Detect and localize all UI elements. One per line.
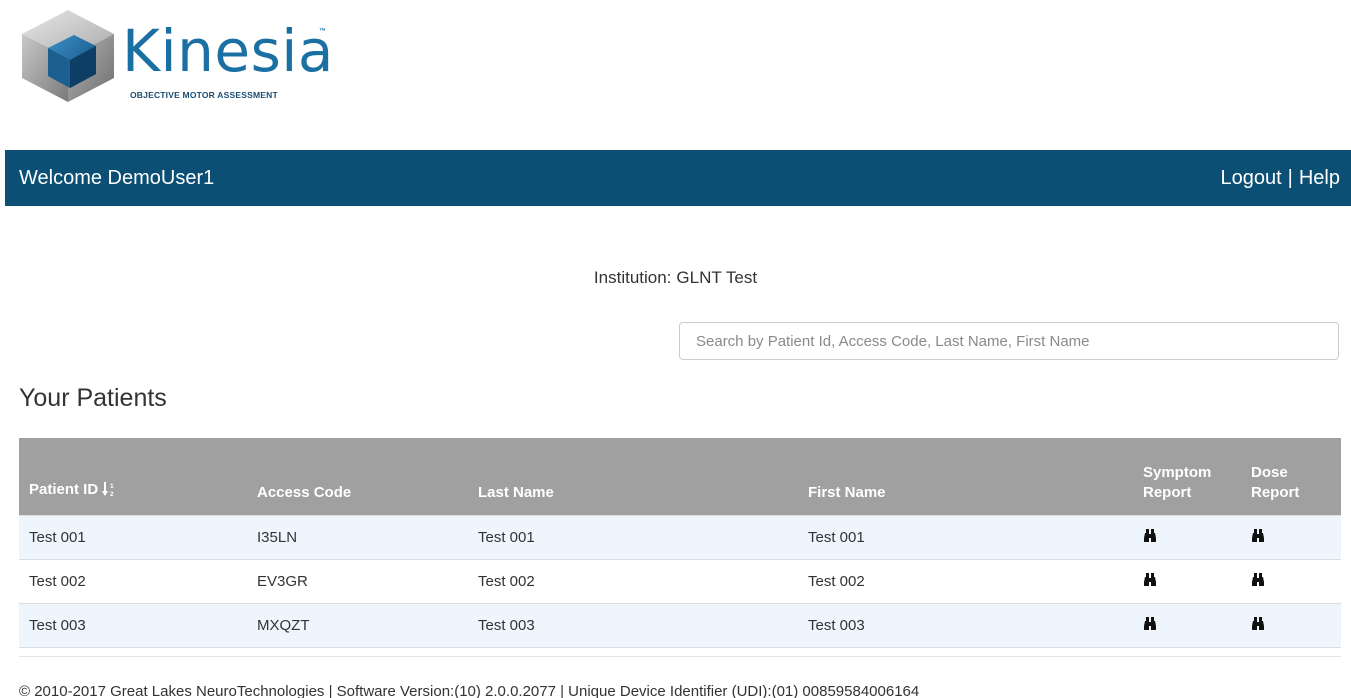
- help-link[interactable]: Help: [1299, 167, 1340, 189]
- svg-text:1: 1: [110, 483, 114, 490]
- table-row[interactable]: Test 003 MXQZT Test 003 Test 003: [19, 603, 1341, 648]
- page: Kinesia ™ OBJECTIVE MOTOR ASSESSMENT Wel…: [0, 0, 1351, 698]
- cell-symptom-report: [1133, 515, 1241, 560]
- column-label: Patient ID: [29, 481, 99, 498]
- binoculars-icon[interactable]: [1143, 528, 1157, 547]
- institution: Institution: GLNT Test: [0, 268, 1351, 288]
- cell-access-code: I35LN: [247, 515, 468, 560]
- cell-first-name: Test 001: [798, 515, 1133, 560]
- column-header-first-name[interactable]: First Name: [798, 438, 1133, 516]
- patient-search-input[interactable]: [679, 322, 1339, 360]
- cell-last-name: Test 002: [468, 559, 798, 604]
- cell-patient-id[interactable]: Test 002: [19, 559, 247, 604]
- link-separator: |: [1287, 167, 1293, 189]
- binoculars-icon[interactable]: [1251, 572, 1265, 591]
- binoculars-icon[interactable]: [1251, 616, 1265, 635]
- logo-wordmark: Kinesia: [122, 17, 334, 85]
- cell-symptom-report: [1133, 603, 1241, 648]
- column-header-dose-report: Dose Report: [1241, 438, 1341, 516]
- header-links: Logout | Help: [1220, 167, 1340, 190]
- cell-dose-report: [1241, 515, 1341, 560]
- table-row[interactable]: Test 001 I35LN Test 001 Test 001: [19, 515, 1341, 560]
- cell-patient-id[interactable]: Test 001: [19, 515, 247, 560]
- cell-access-code: MXQZT: [247, 603, 468, 648]
- table-row[interactable]: Test 002 EV3GR Test 002 Test 002: [19, 559, 1341, 604]
- section-title: Your Patients: [19, 384, 167, 412]
- welcome-message: Welcome DemoUser1: [19, 167, 215, 189]
- sort-numeric-asc-icon[interactable]: 12: [102, 481, 116, 503]
- dose-report-label-line2: Report: [1251, 484, 1300, 501]
- column-header-patient-id[interactable]: Patient ID 1 2: [19, 438, 247, 516]
- cell-dose-report: [1241, 559, 1341, 604]
- cell-access-code: EV3GR: [247, 559, 468, 604]
- symptom-report-label-line2: Report: [1143, 484, 1192, 501]
- column-header-symptom-report: Symptom Report: [1133, 438, 1241, 516]
- cell-dose-report: [1241, 603, 1341, 648]
- dose-report-label-line1: Dose: [1251, 464, 1288, 481]
- table-header-row: Patient ID 1 2 Access Code Last Name First…: [19, 438, 1341, 516]
- symptom-report-label-line1: Symptom: [1143, 464, 1212, 481]
- binoculars-icon[interactable]: [1143, 572, 1157, 591]
- cell-last-name: Test 001: [468, 515, 798, 560]
- cell-patient-id[interactable]: Test 003: [19, 603, 247, 648]
- binoculars-icon[interactable]: [1143, 616, 1157, 635]
- kinesia-logo: Kinesia ™ OBJECTIVE MOTOR ASSESSMENT: [18, 8, 363, 103]
- logo-tagline: OBJECTIVE MOTOR ASSESSMENT: [130, 90, 278, 100]
- svg-text:2: 2: [110, 491, 114, 497]
- institution-label: Institution:: [593, 268, 672, 287]
- footer-divider: [19, 656, 1341, 657]
- column-header-last-name[interactable]: Last Name: [468, 438, 798, 516]
- footer-text: © 2010-2017 Great Lakes NeuroTechnologie…: [19, 683, 920, 698]
- cell-symptom-report: [1133, 559, 1241, 604]
- binoculars-icon[interactable]: [1251, 528, 1265, 547]
- column-header-access-code[interactable]: Access Code: [247, 438, 468, 516]
- cell-first-name: Test 003: [798, 603, 1133, 648]
- logout-link[interactable]: Logout: [1220, 167, 1281, 189]
- cell-last-name: Test 003: [468, 603, 798, 648]
- top-bar: Welcome DemoUser1 Logout | Help: [5, 150, 1351, 206]
- cell-first-name: Test 002: [798, 559, 1133, 604]
- institution-name: GLNT Test: [676, 268, 758, 287]
- cube-logo-icon: [22, 10, 114, 102]
- patients-table: Patient ID 1 2 Access Code Last Name First…: [19, 438, 1341, 648]
- logo-trademark: ™: [319, 28, 326, 35]
